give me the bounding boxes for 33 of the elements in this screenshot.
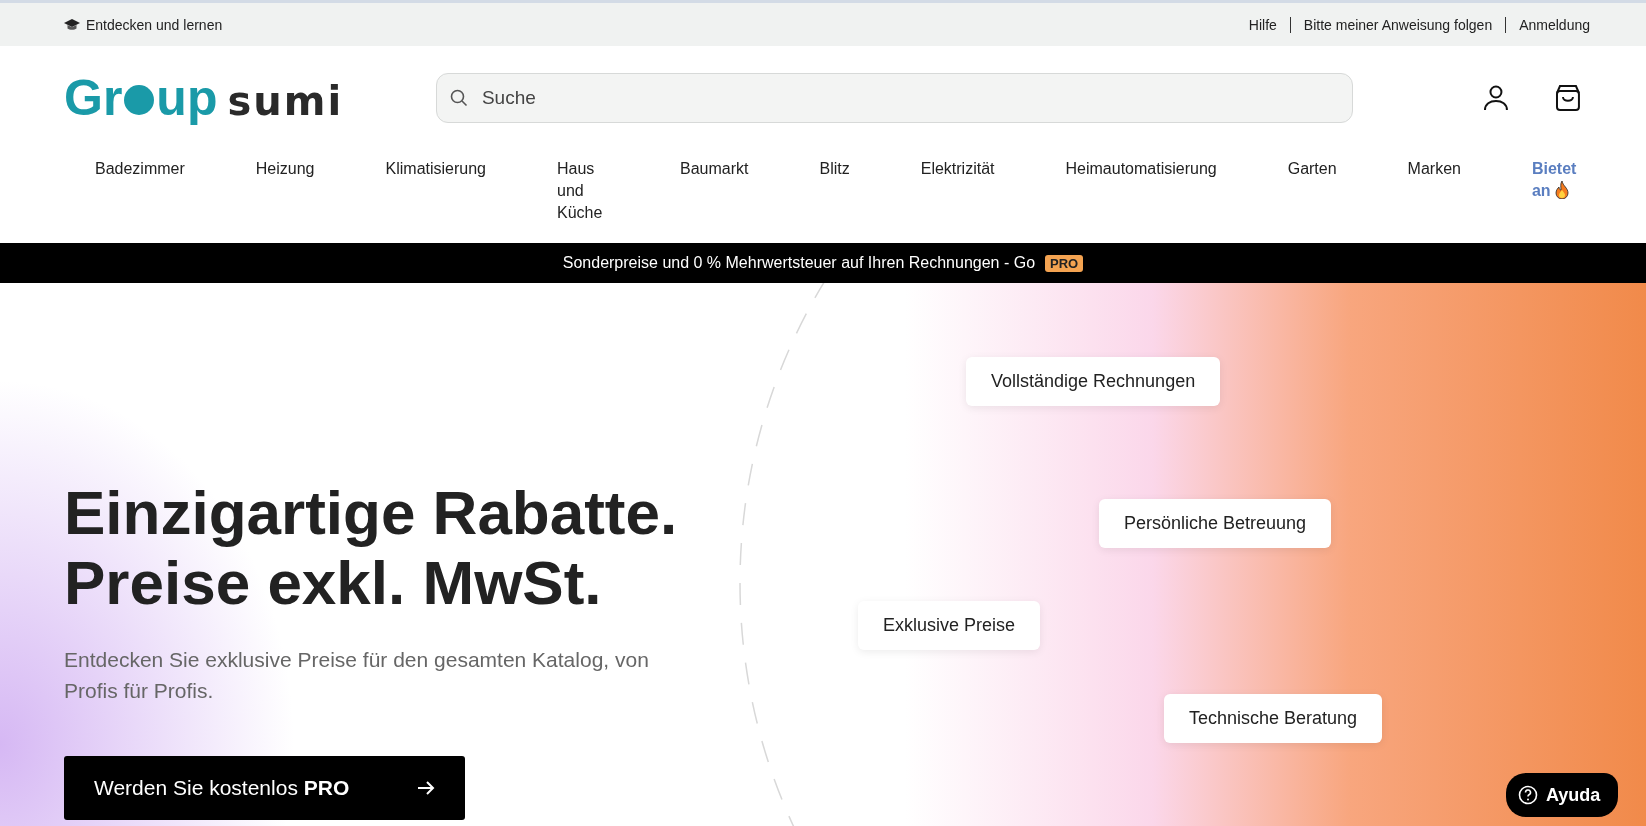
nav-link[interactable]: Heizung xyxy=(255,158,315,243)
feature-chip: Vollständige Rechnungen xyxy=(966,357,1221,406)
nav-link[interactable]: Blitz xyxy=(819,158,850,243)
nav-link[interactable]: Baumarkt xyxy=(680,158,749,243)
nav-link[interactable]: Bietet an xyxy=(1531,158,1582,243)
nav-link[interactable]: Badezimmer xyxy=(95,158,185,243)
nav-link[interactable]: Marken xyxy=(1407,158,1461,243)
arrow-right-icon xyxy=(417,780,435,796)
top-link[interactable]: Bitte meiner Anweisung folgen xyxy=(1303,16,1493,33)
promo-text: Sonderpreise und 0 % Mehrwertsteuer auf Ihren Rechnungen - Go xyxy=(562,254,1036,272)
flame-icon xyxy=(1554,181,1569,199)
help-button[interactable]: Ayuda xyxy=(1506,773,1619,817)
nav-link[interactable]: Klimatisierung xyxy=(385,158,486,243)
cta-button[interactable]: Werden Sie kostenlos PRO xyxy=(64,756,465,820)
top-link[interactable]: Anmeldung xyxy=(1519,16,1590,33)
shopping-bag-icon[interactable] xyxy=(1554,84,1582,112)
nav-link[interactable]: Elektrizität xyxy=(920,158,995,243)
nav-link[interactable]: Haus und Küche xyxy=(557,158,609,243)
hero-title: Einzigartige Rabatte. Preise exkl. MwSt. xyxy=(64,478,678,618)
feature-chip: Technische Beratung xyxy=(1164,694,1383,743)
feature-chip: Persönliche Betreuung xyxy=(1099,499,1332,548)
top-link[interactable]: Hilfe xyxy=(1248,16,1277,33)
logo[interactable]: Gr up sumi xyxy=(64,73,436,123)
discover-link[interactable]: Entdecken und lernen xyxy=(86,16,223,33)
nav-link[interactable]: Heimautomatisierung xyxy=(1065,158,1217,243)
graduation-cap-icon xyxy=(64,18,80,31)
nav-link[interactable]: Garten xyxy=(1287,158,1337,243)
question-icon xyxy=(1518,785,1538,805)
pro-badge: PRO xyxy=(1045,254,1084,272)
feature-chip: Exklusive Preise xyxy=(858,601,1041,650)
search-field[interactable]: Suche xyxy=(435,73,1354,123)
user-icon[interactable] xyxy=(1483,84,1510,112)
hero-subtitle: Entdecken Sie exklusive Preise für den gesamten Katalog, von Profis für Profis. xyxy=(64,647,650,704)
